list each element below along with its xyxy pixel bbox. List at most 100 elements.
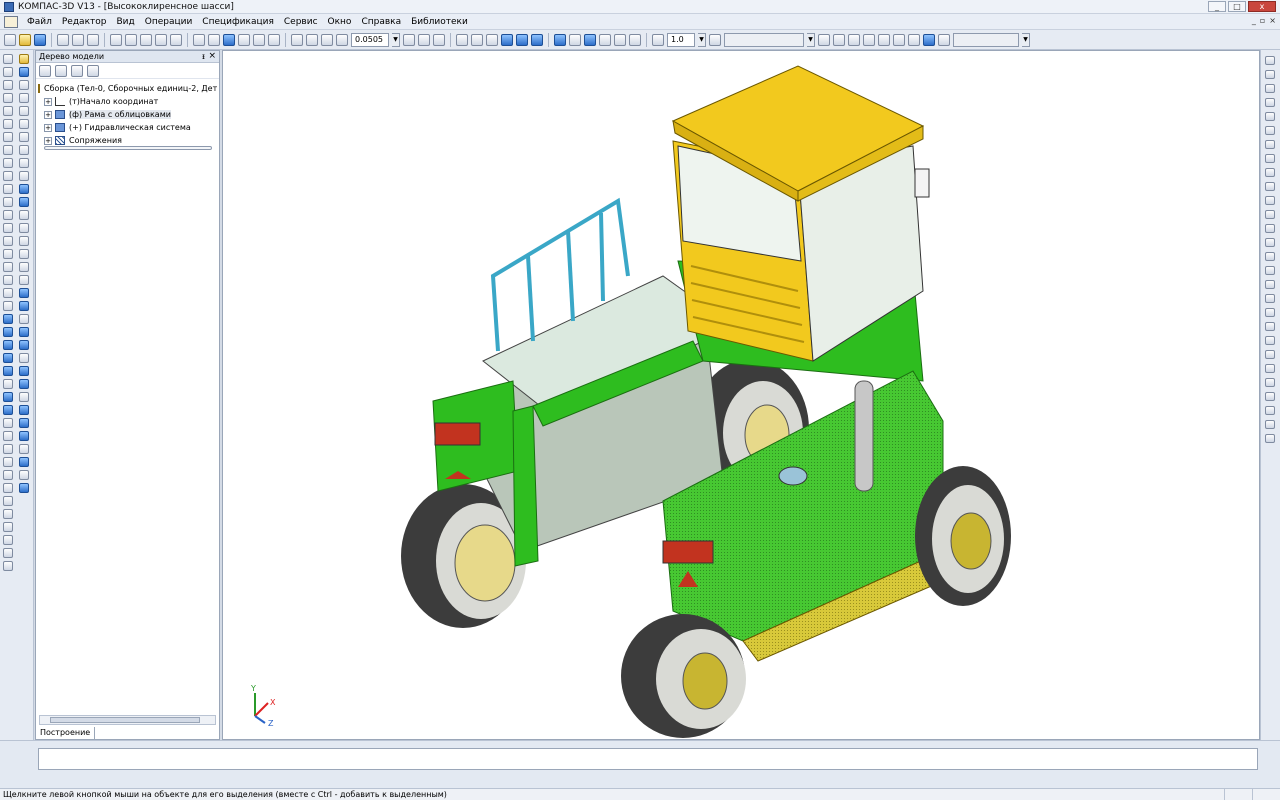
front-left-wheel[interactable]	[621, 614, 746, 738]
mass-properties-icon[interactable]	[3, 509, 13, 519]
draft-icon[interactable]	[19, 301, 29, 311]
rotate-icon[interactable]	[418, 33, 430, 46]
view-front-icon[interactable]	[3, 431, 13, 441]
weld-icon[interactable]	[19, 366, 29, 376]
rectangle-icon[interactable]	[3, 93, 13, 103]
shell-icon[interactable]	[19, 288, 29, 298]
wireframe-icon[interactable]	[456, 33, 468, 46]
view-front-icon[interactable]	[1265, 56, 1275, 65]
section-icon[interactable]	[833, 33, 845, 46]
edit-move-icon[interactable]	[3, 327, 13, 337]
print-icon[interactable]	[57, 33, 69, 46]
ellipse-icon[interactable]	[3, 132, 13, 142]
zoom-input[interactable]: 0.0505	[351, 32, 389, 47]
align-icon[interactable]	[863, 33, 875, 46]
command-input[interactable]	[38, 748, 1258, 770]
line-style-icon[interactable]	[1265, 168, 1275, 177]
cable-icon[interactable]	[19, 405, 29, 415]
tree-item-frame[interactable]: + (ф) Рама с облицовками	[38, 108, 217, 121]
axis-icon[interactable]	[3, 210, 13, 220]
collision-icon[interactable]	[19, 444, 29, 454]
view-bottom-icon[interactable]	[1265, 126, 1275, 135]
manager-icon[interactable]	[87, 33, 99, 46]
sweep-icon[interactable]	[19, 210, 29, 220]
list-icon[interactable]	[1265, 280, 1275, 289]
circle-icon[interactable]	[3, 67, 13, 77]
zoom-dropdown-icon[interactable]: ▼	[392, 32, 400, 47]
sketch-icon[interactable]	[3, 236, 13, 246]
measure-distance-icon[interactable]	[3, 483, 13, 493]
pipe-icon[interactable]	[19, 392, 29, 402]
undo-icon[interactable]	[193, 33, 205, 46]
selection-mode-icon[interactable]	[569, 33, 581, 46]
lib-icon[interactable]	[3, 561, 13, 571]
hidden-lines-icon[interactable]	[471, 33, 483, 46]
minimize-button[interactable]: _	[1208, 1, 1226, 12]
mate-perpendicular-icon[interactable]	[19, 119, 29, 129]
tree-item-hydraulics[interactable]: + (+) Гидравлическая система	[38, 121, 217, 134]
grid-icon[interactable]	[614, 33, 626, 46]
close-button[interactable]: x	[1248, 1, 1276, 12]
menu-operations[interactable]: Операции	[140, 17, 198, 27]
doc-restore-icon[interactable]: ▫	[1260, 16, 1265, 25]
triangle-icon[interactable]	[1265, 210, 1275, 219]
array-icon[interactable]	[878, 33, 890, 46]
zoom-scale-icon[interactable]	[336, 33, 348, 46]
zoom-window-icon[interactable]	[291, 33, 303, 46]
component-icon[interactable]	[19, 54, 29, 64]
redo-icon[interactable]	[208, 33, 220, 46]
curve-icon[interactable]	[3, 275, 13, 285]
angle-icon[interactable]	[1265, 196, 1275, 205]
preview-icon[interactable]	[72, 33, 84, 46]
table-icon[interactable]	[1265, 266, 1275, 275]
doc-minimize-icon[interactable]: _	[1252, 16, 1256, 25]
text-icon[interactable]	[1265, 350, 1275, 359]
view-back-icon[interactable]	[1265, 70, 1275, 79]
cut-extrude-icon[interactable]	[19, 236, 29, 246]
paste-icon[interactable]	[140, 33, 152, 46]
bom-icon[interactable]	[19, 457, 29, 467]
plane-icon[interactable]	[3, 223, 13, 233]
thin-hidden-icon[interactable]	[486, 33, 498, 46]
step-input[interactable]: 1.0	[667, 32, 695, 47]
zoom-in-icon[interactable]	[306, 33, 318, 46]
edge-icon[interactable]	[1265, 238, 1275, 247]
measure-angle-icon[interactable]	[3, 496, 13, 506]
more-icon[interactable]	[1265, 434, 1275, 443]
select-filter-icon[interactable]	[554, 33, 566, 46]
fx-icon[interactable]	[253, 33, 265, 46]
menu-view[interactable]: Вид	[111, 17, 139, 27]
view-top-icon[interactable]	[1265, 112, 1275, 121]
step-cursor-icon[interactable]	[652, 33, 664, 46]
fastener-icon[interactable]	[19, 379, 29, 389]
mate-coincide-icon[interactable]	[19, 93, 29, 103]
hatch-icon[interactable]	[3, 171, 13, 181]
snap-icon[interactable]	[584, 33, 596, 46]
tree-structure-icon[interactable]	[55, 64, 67, 77]
save-icon[interactable]	[34, 33, 46, 46]
shape-icon[interactable]	[1265, 294, 1275, 303]
thread-icon[interactable]	[19, 314, 29, 324]
pan-icon[interactable]	[403, 33, 415, 46]
menu-editor[interactable]: Редактор	[57, 17, 112, 27]
local-cs-icon[interactable]	[599, 33, 611, 46]
report-icon[interactable]	[3, 535, 13, 545]
view-right-icon[interactable]	[1265, 98, 1275, 107]
spec-icon[interactable]	[3, 522, 13, 532]
fillet-icon[interactable]	[893, 33, 905, 46]
arc-style-icon[interactable]	[1265, 182, 1275, 191]
style-select[interactable]	[953, 32, 1019, 47]
line-icon[interactable]	[3, 54, 13, 64]
expand-icon[interactable]: +	[44, 110, 52, 119]
copy-icon[interactable]	[125, 33, 137, 46]
loft-icon[interactable]	[19, 223, 29, 233]
mate-parallel-icon[interactable]	[19, 106, 29, 116]
shaded-icon[interactable]	[501, 33, 513, 46]
perspective-icon[interactable]	[531, 33, 543, 46]
document-menu-icon[interactable]	[4, 15, 18, 28]
explode-icon[interactable]	[19, 418, 29, 428]
layers-icon[interactable]	[629, 33, 641, 46]
rear-leg[interactable]	[512, 405, 539, 567]
edit-break-icon[interactable]	[3, 418, 13, 428]
center-mark-icon[interactable]	[1265, 392, 1275, 401]
